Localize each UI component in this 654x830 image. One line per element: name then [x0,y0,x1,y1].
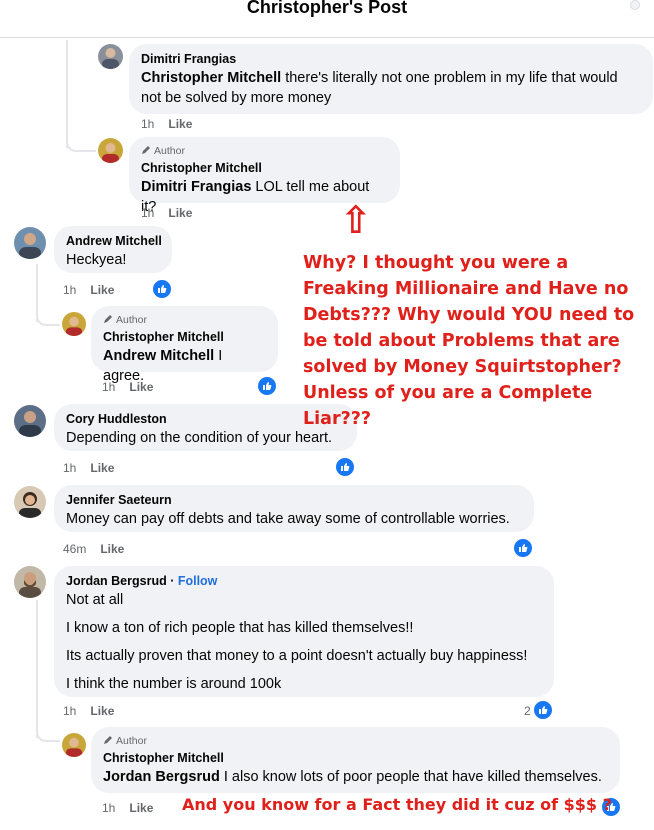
avatar[interactable] [14,486,46,518]
commenter-name[interactable]: Jennifer Saeteurn [66,492,522,509]
comment-bubble: Jordan Bergsrud · Follow Not at all I kn… [54,566,554,697]
post-header: Christopher's Post [0,0,654,38]
like-button[interactable]: Like [168,206,192,220]
thread-line [66,138,96,152]
comment-time[interactable]: 1h [141,206,154,220]
comment-time[interactable]: 1h [63,461,76,475]
commenter-name[interactable]: Andrew Mitchell [66,233,162,250]
comment-time[interactable]: 1h [63,704,76,718]
like-button[interactable]: Like [90,283,114,297]
like-reaction-icon[interactable] [513,538,533,558]
comment-time[interactable]: 1h [102,380,115,394]
pencil-icon [142,146,150,154]
annotation-text: Why? I thought you were a Freaking Milli… [303,253,635,429]
comment-actions: 1h Like [141,117,192,131]
thread-line [66,40,68,148]
commenter-name[interactable]: Christopher Mitchell [103,750,608,767]
comment-bubble: Author Christopher Mitchell Jordan Bergs… [91,727,620,793]
red-arrow-annotation: ⇧ [340,198,372,242]
comment-time[interactable]: 1h [102,801,115,815]
avatar[interactable] [98,138,123,163]
comment-bubble: Author Christopher Mitchell Dimitri Fran… [129,137,400,215]
comment-bubble: Andrew Mitchell Heckyea! [54,226,172,273]
comment-actions: 1h Like [141,206,192,220]
comment-paragraph: Its actually proven that money to a poin… [66,648,528,664]
pencil-icon [104,736,112,744]
mention-link[interactable]: Andrew Mitchell [103,348,214,364]
comment-text: Heckyea! [66,252,127,268]
reaction-count[interactable]: 2 [524,704,531,718]
avatar[interactable] [14,405,46,437]
like-button[interactable]: Like [129,801,153,815]
author-badge: Author [103,313,266,327]
thread-line [36,600,38,738]
avatar[interactable] [98,44,123,69]
thread-line [36,312,60,326]
comment-paragraph: I think the number is around 100k [66,676,282,692]
comment-actions: 1h Like [102,801,153,815]
comment-actions: 1h Like [63,704,114,718]
pencil-icon [104,315,112,323]
header-button[interactable] [630,0,640,10]
page-title: Christopher's Post [246,0,408,17]
avatar[interactable] [14,566,46,598]
like-reaction-icon[interactable] [533,700,553,720]
avatar[interactable] [62,733,86,757]
comment-paragraph: I know a ton of rich people that has kil… [66,620,414,636]
comment-paragraph: Not at all [66,592,124,608]
comment-bubble: Dimitri Frangias Christopher Mitchell th… [129,44,653,114]
commenter-name-link[interactable]: Jordan Bergsrud [66,574,167,588]
thread-line [36,728,60,742]
commenter-name: Jordan Bergsrud · Follow [66,574,218,588]
like-reaction-icon[interactable] [152,279,172,299]
like-button[interactable]: Like [100,542,124,556]
author-badge: Author [141,144,388,158]
comment-time[interactable]: 1h [141,117,154,131]
comment-text: Money can pay off debts and take away so… [66,511,510,527]
like-button[interactable]: Like [90,461,114,475]
commenter-name[interactable]: Dimitri Frangias [141,51,641,68]
like-reaction-icon[interactable] [257,376,277,396]
mention-link[interactable]: Jordan Bergsrud [103,769,220,785]
mention-link[interactable]: Christopher Mitchell [141,70,281,86]
comment-bubble: Author Christopher Mitchell Andrew Mitch… [91,306,278,384]
comment-actions: 46m Like [63,542,124,556]
comment-text: I also know lots of poor people that hav… [219,769,602,785]
annotation-text: And you know for a Fact they did it cuz … [182,795,612,814]
author-badge: Author [103,734,608,748]
comment-actions: 1h Like [102,380,153,394]
follow-button[interactable]: Follow [178,574,218,588]
like-button[interactable]: Like [129,380,153,394]
comment-time[interactable]: 46m [63,542,86,556]
comment-actions: 1h Like [63,283,114,297]
avatar[interactable] [14,227,46,259]
comment-actions: 1h Like [63,461,114,475]
like-button[interactable]: Like [90,704,114,718]
comment-bubble: Jennifer Saeteurn Money can pay off debt… [54,485,534,532]
like-button[interactable]: Like [168,117,192,131]
commenter-name[interactable]: Christopher Mitchell [103,329,266,346]
avatar[interactable] [62,312,86,336]
like-reaction-icon[interactable] [335,457,355,477]
mention-link[interactable]: Dimitri Frangias [141,179,251,195]
comment-time[interactable]: 1h [63,283,76,297]
commenter-name[interactable]: Christopher Mitchell [141,160,388,177]
